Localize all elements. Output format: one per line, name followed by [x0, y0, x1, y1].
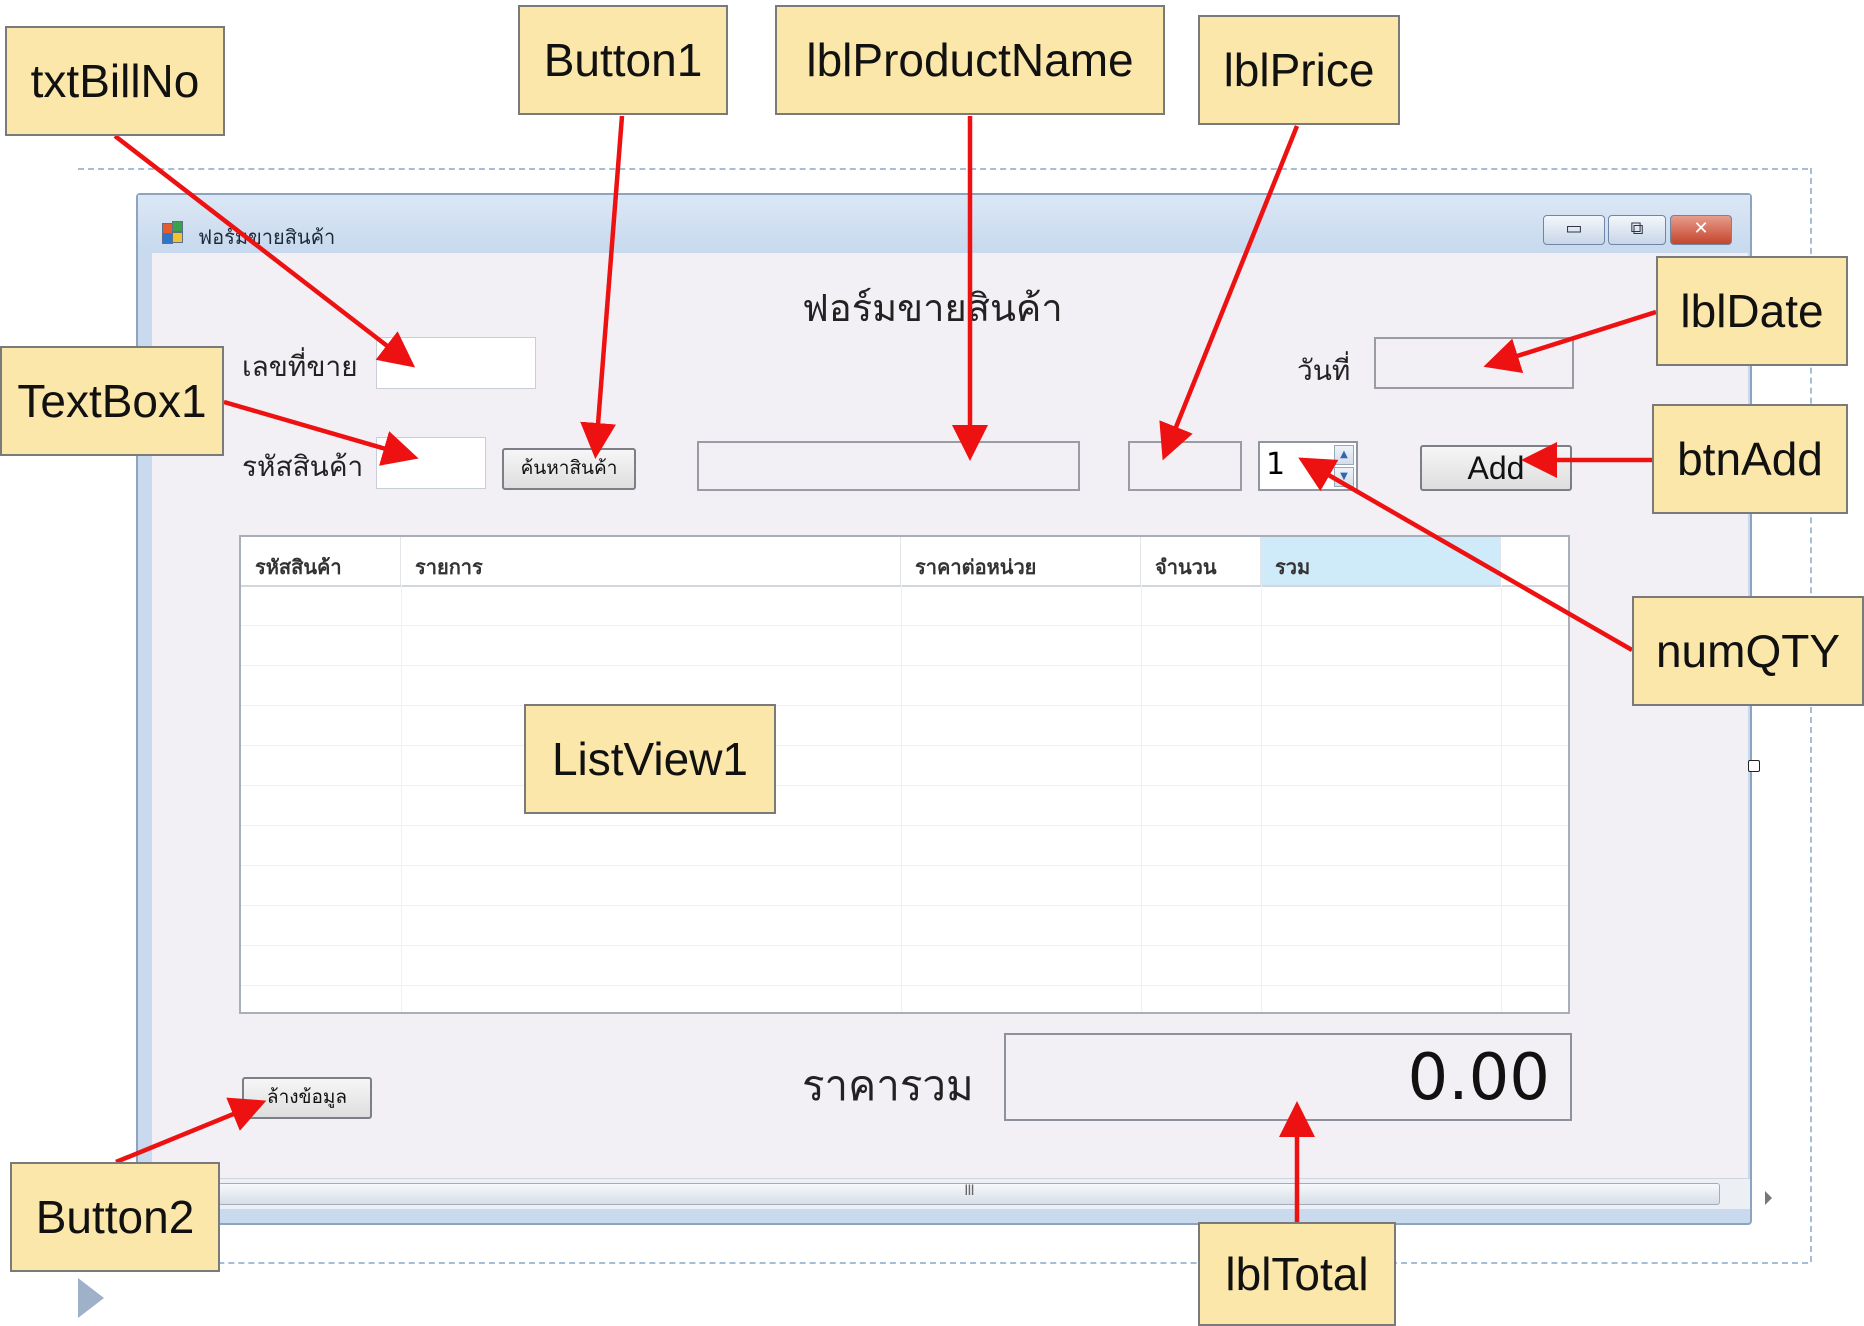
callout-txtBillNo: txtBillNo — [5, 26, 225, 136]
callout-lblDate-text: lblDate — [1680, 285, 1824, 337]
callout-numQTY-text: numQTY — [1655, 625, 1841, 677]
callout-btnAdd-text: btnAdd — [1677, 433, 1823, 485]
callout-Button1: Button1 — [518, 5, 728, 115]
arrow-Button2 — [115, 1097, 267, 1165]
arrow-lblDate — [1483, 309, 1657, 373]
callout-lblProductName-text: lblProductName — [806, 34, 1134, 86]
callout-lblTotal: lblTotal — [1198, 1222, 1396, 1326]
callout-btnAdd: btnAdd — [1652, 404, 1848, 514]
arrow-txtBillNo — [113, 134, 416, 368]
callout-lblDate: lblDate — [1656, 256, 1848, 366]
arrow-TextBox1 — [223, 399, 419, 466]
callout-ListView1: ListView1 — [524, 704, 776, 814]
callout-ListView1-text: ListView1 — [551, 733, 749, 785]
callout-lblProductName: lblProductName — [775, 5, 1165, 115]
callout-lblPrice: lblPrice — [1198, 15, 1400, 125]
annotation-arrows — [113, 115, 1657, 1222]
arrow-Button1 — [580, 115, 625, 459]
arrow-lblPrice — [1159, 125, 1300, 461]
callout-Button2: Button2 — [10, 1162, 220, 1272]
callout-TextBox1-text: TextBox1 — [17, 375, 207, 427]
callout-Button1-text: Button1 — [543, 34, 703, 86]
callout-lblPrice-text: lblPrice — [1223, 44, 1375, 96]
callout-numQTY: numQTY — [1632, 596, 1864, 706]
callout-txtBillNo-text: txtBillNo — [30, 55, 200, 107]
arrow-numQTY — [1298, 457, 1634, 652]
callout-TextBox1: TextBox1 — [0, 346, 224, 456]
callout-lblTotal-text: lblTotal — [1225, 1248, 1369, 1300]
callout-Button2-text: Button2 — [35, 1191, 195, 1243]
